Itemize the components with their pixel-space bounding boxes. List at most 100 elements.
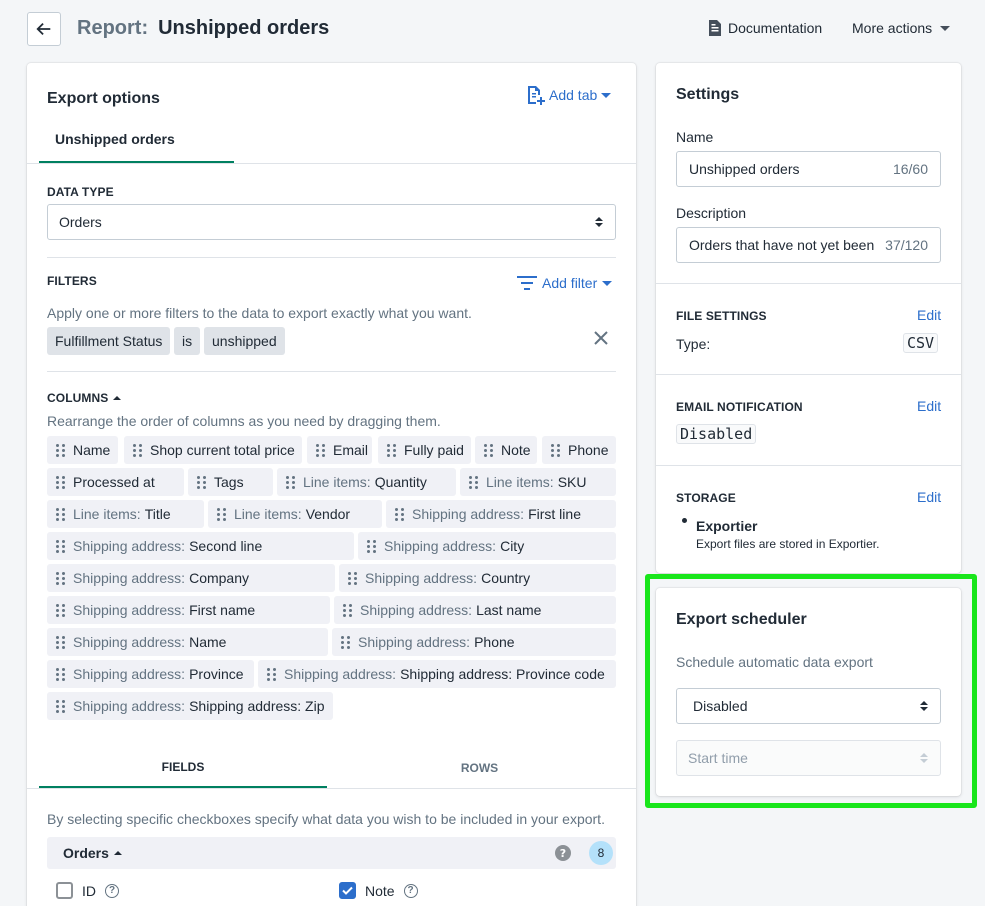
column-chip[interactable]: Shipping address: Last name xyxy=(334,596,616,624)
tab-rows[interactable]: ROWS xyxy=(327,747,632,789)
drag-handle-icon xyxy=(469,475,478,489)
column-chip[interactable]: Email xyxy=(307,436,372,464)
back-button[interactable] xyxy=(27,12,61,46)
columns-description: Rearrange the order of columns as you ne… xyxy=(47,413,441,429)
column-name: City xyxy=(500,538,525,554)
filter-chip-value[interactable]: unshipped xyxy=(204,327,285,355)
file-type-label: Type: xyxy=(676,336,711,352)
column-chip[interactable]: Line items: Quantity xyxy=(277,468,456,496)
column-prefix: Shipping address: xyxy=(73,602,186,618)
column-name: SKU xyxy=(557,474,587,490)
add-filter-label: Add filter xyxy=(542,275,598,291)
page-title-prefix: Report: xyxy=(77,17,149,39)
divider xyxy=(47,371,616,372)
column-chip[interactable]: Line items: SKU xyxy=(460,468,616,496)
drag-handle-icon xyxy=(56,667,65,681)
help-icon[interactable]: ? xyxy=(555,845,571,861)
checkbox-id[interactable]: ID ? xyxy=(56,882,119,899)
column-chip[interactable]: Shipping address: Province xyxy=(47,660,254,688)
drag-handle-icon xyxy=(56,699,65,713)
column-prefix: Shipping address: xyxy=(73,666,186,682)
drag-handle-icon xyxy=(217,507,226,521)
checkmark-icon xyxy=(342,886,353,895)
svg-text:?: ? xyxy=(560,847,566,860)
column-chip[interactable]: Shipping address: Company xyxy=(47,564,335,592)
orders-group-toggle[interactable]: Orders xyxy=(63,845,122,861)
column-chip[interactable]: Shipping address: Phone xyxy=(332,628,616,656)
column-chip[interactable]: Line items: Title xyxy=(47,500,204,528)
column-chip[interactable]: Shipping address: First name xyxy=(47,596,330,624)
tabs-divider xyxy=(27,163,636,164)
checkbox-box[interactable] xyxy=(56,882,73,899)
column-name: Title xyxy=(144,506,171,522)
help-icon[interactable]: ? xyxy=(403,883,418,898)
help-icon[interactable]: ? xyxy=(105,883,119,898)
column-name: Province xyxy=(189,666,244,682)
column-name: Note xyxy=(501,442,531,458)
add-tab-button[interactable]: Add tab xyxy=(525,85,612,105)
remove-filter-button[interactable] xyxy=(594,331,608,348)
filter-icon xyxy=(517,276,537,290)
storage-note: Export files are stored in Exportier. xyxy=(696,537,880,551)
caret-down-icon xyxy=(602,280,613,286)
orders-group-header[interactable]: Orders ? 8 xyxy=(47,837,616,869)
caret-up-icon xyxy=(113,396,122,400)
email-notification-edit-link[interactable]: Edit xyxy=(917,398,941,414)
checkbox-box-checked[interactable] xyxy=(339,882,356,899)
tab-fields[interactable]: FIELDS xyxy=(39,747,327,789)
column-prefix: Shipping address: xyxy=(73,538,186,554)
column-prefix: Shipping address: xyxy=(358,634,471,650)
column-chip[interactable]: Shipping address: Shipping address: Provi… xyxy=(258,660,616,688)
caret-down-icon xyxy=(601,92,612,98)
add-filter-button[interactable]: Add filter xyxy=(517,275,613,291)
documentation-button[interactable]: Documentation xyxy=(708,20,822,36)
checkbox-note[interactable]: Note ? xyxy=(339,882,418,899)
column-chip[interactable]: Shipping address: Name xyxy=(47,628,328,656)
page-title-text: Unshipped orders xyxy=(158,17,330,39)
drag-handle-icon xyxy=(316,443,325,457)
column-chip[interactable]: Processed at xyxy=(47,468,184,496)
divider xyxy=(47,257,616,258)
column-name: Tags xyxy=(214,474,244,490)
column-prefix: Line items: xyxy=(303,474,371,490)
filter-chip-field[interactable]: Fulfillment Status xyxy=(47,327,171,355)
caret-up-icon xyxy=(113,851,122,855)
column-chip[interactable]: Line items: Vendor xyxy=(208,500,382,528)
tab-fields-label: FIELDS xyxy=(161,759,205,774)
divider xyxy=(656,374,961,375)
column-chip[interactable]: Fully paid xyxy=(378,436,471,464)
more-actions-label: More actions xyxy=(852,20,933,36)
column-chip[interactable]: Note xyxy=(475,436,537,464)
data-type-value: Orders xyxy=(59,214,102,230)
fields-description: By selecting specific checkboxes specify… xyxy=(47,811,605,827)
column-chip[interactable]: Shipping address: City xyxy=(358,532,616,560)
column-name: Phone xyxy=(474,634,515,650)
data-type-select[interactable]: Orders xyxy=(47,204,616,240)
filter-chip-operator[interactable]: is xyxy=(174,327,201,355)
storage-edit-link[interactable]: Edit xyxy=(917,489,941,505)
column-chip[interactable]: Phone xyxy=(542,436,616,464)
column-chip[interactable]: Tags xyxy=(188,468,273,496)
column-chip[interactable]: Name xyxy=(47,436,118,464)
more-actions-button[interactable]: More actions xyxy=(852,20,951,36)
name-char-count: 16/60 xyxy=(892,161,928,177)
drag-handle-icon xyxy=(395,507,404,521)
description-label: Description xyxy=(676,205,747,221)
file-settings-edit-link[interactable]: Edit xyxy=(917,307,941,323)
column-chip[interactable]: Shipping address: First line xyxy=(386,500,616,528)
arrow-left-icon xyxy=(36,22,51,36)
columns-header[interactable]: COLUMNS xyxy=(47,391,122,405)
name-input[interactable]: Unshipped orders 16/60 xyxy=(676,151,941,187)
column-chip[interactable]: Shipping address: Second line xyxy=(47,532,354,560)
column-chip[interactable]: Shipping address: Shipping address: Zip xyxy=(47,692,333,720)
drag-handle-icon xyxy=(348,571,357,585)
tab-unshipped-orders[interactable]: Unshipped orders xyxy=(39,127,234,164)
column-name: Name xyxy=(73,442,111,458)
column-chip[interactable]: Shop current total price xyxy=(124,436,302,464)
column-chip[interactable]: Shipping address: Country xyxy=(339,564,616,592)
file-settings-label: FILE SETTINGS xyxy=(676,309,767,323)
description-input[interactable]: Orders that have not yet been shipped 37… xyxy=(676,227,941,263)
add-document-icon xyxy=(528,86,545,105)
column-name: Vendor xyxy=(305,506,351,522)
drag-handle-icon xyxy=(341,635,350,649)
